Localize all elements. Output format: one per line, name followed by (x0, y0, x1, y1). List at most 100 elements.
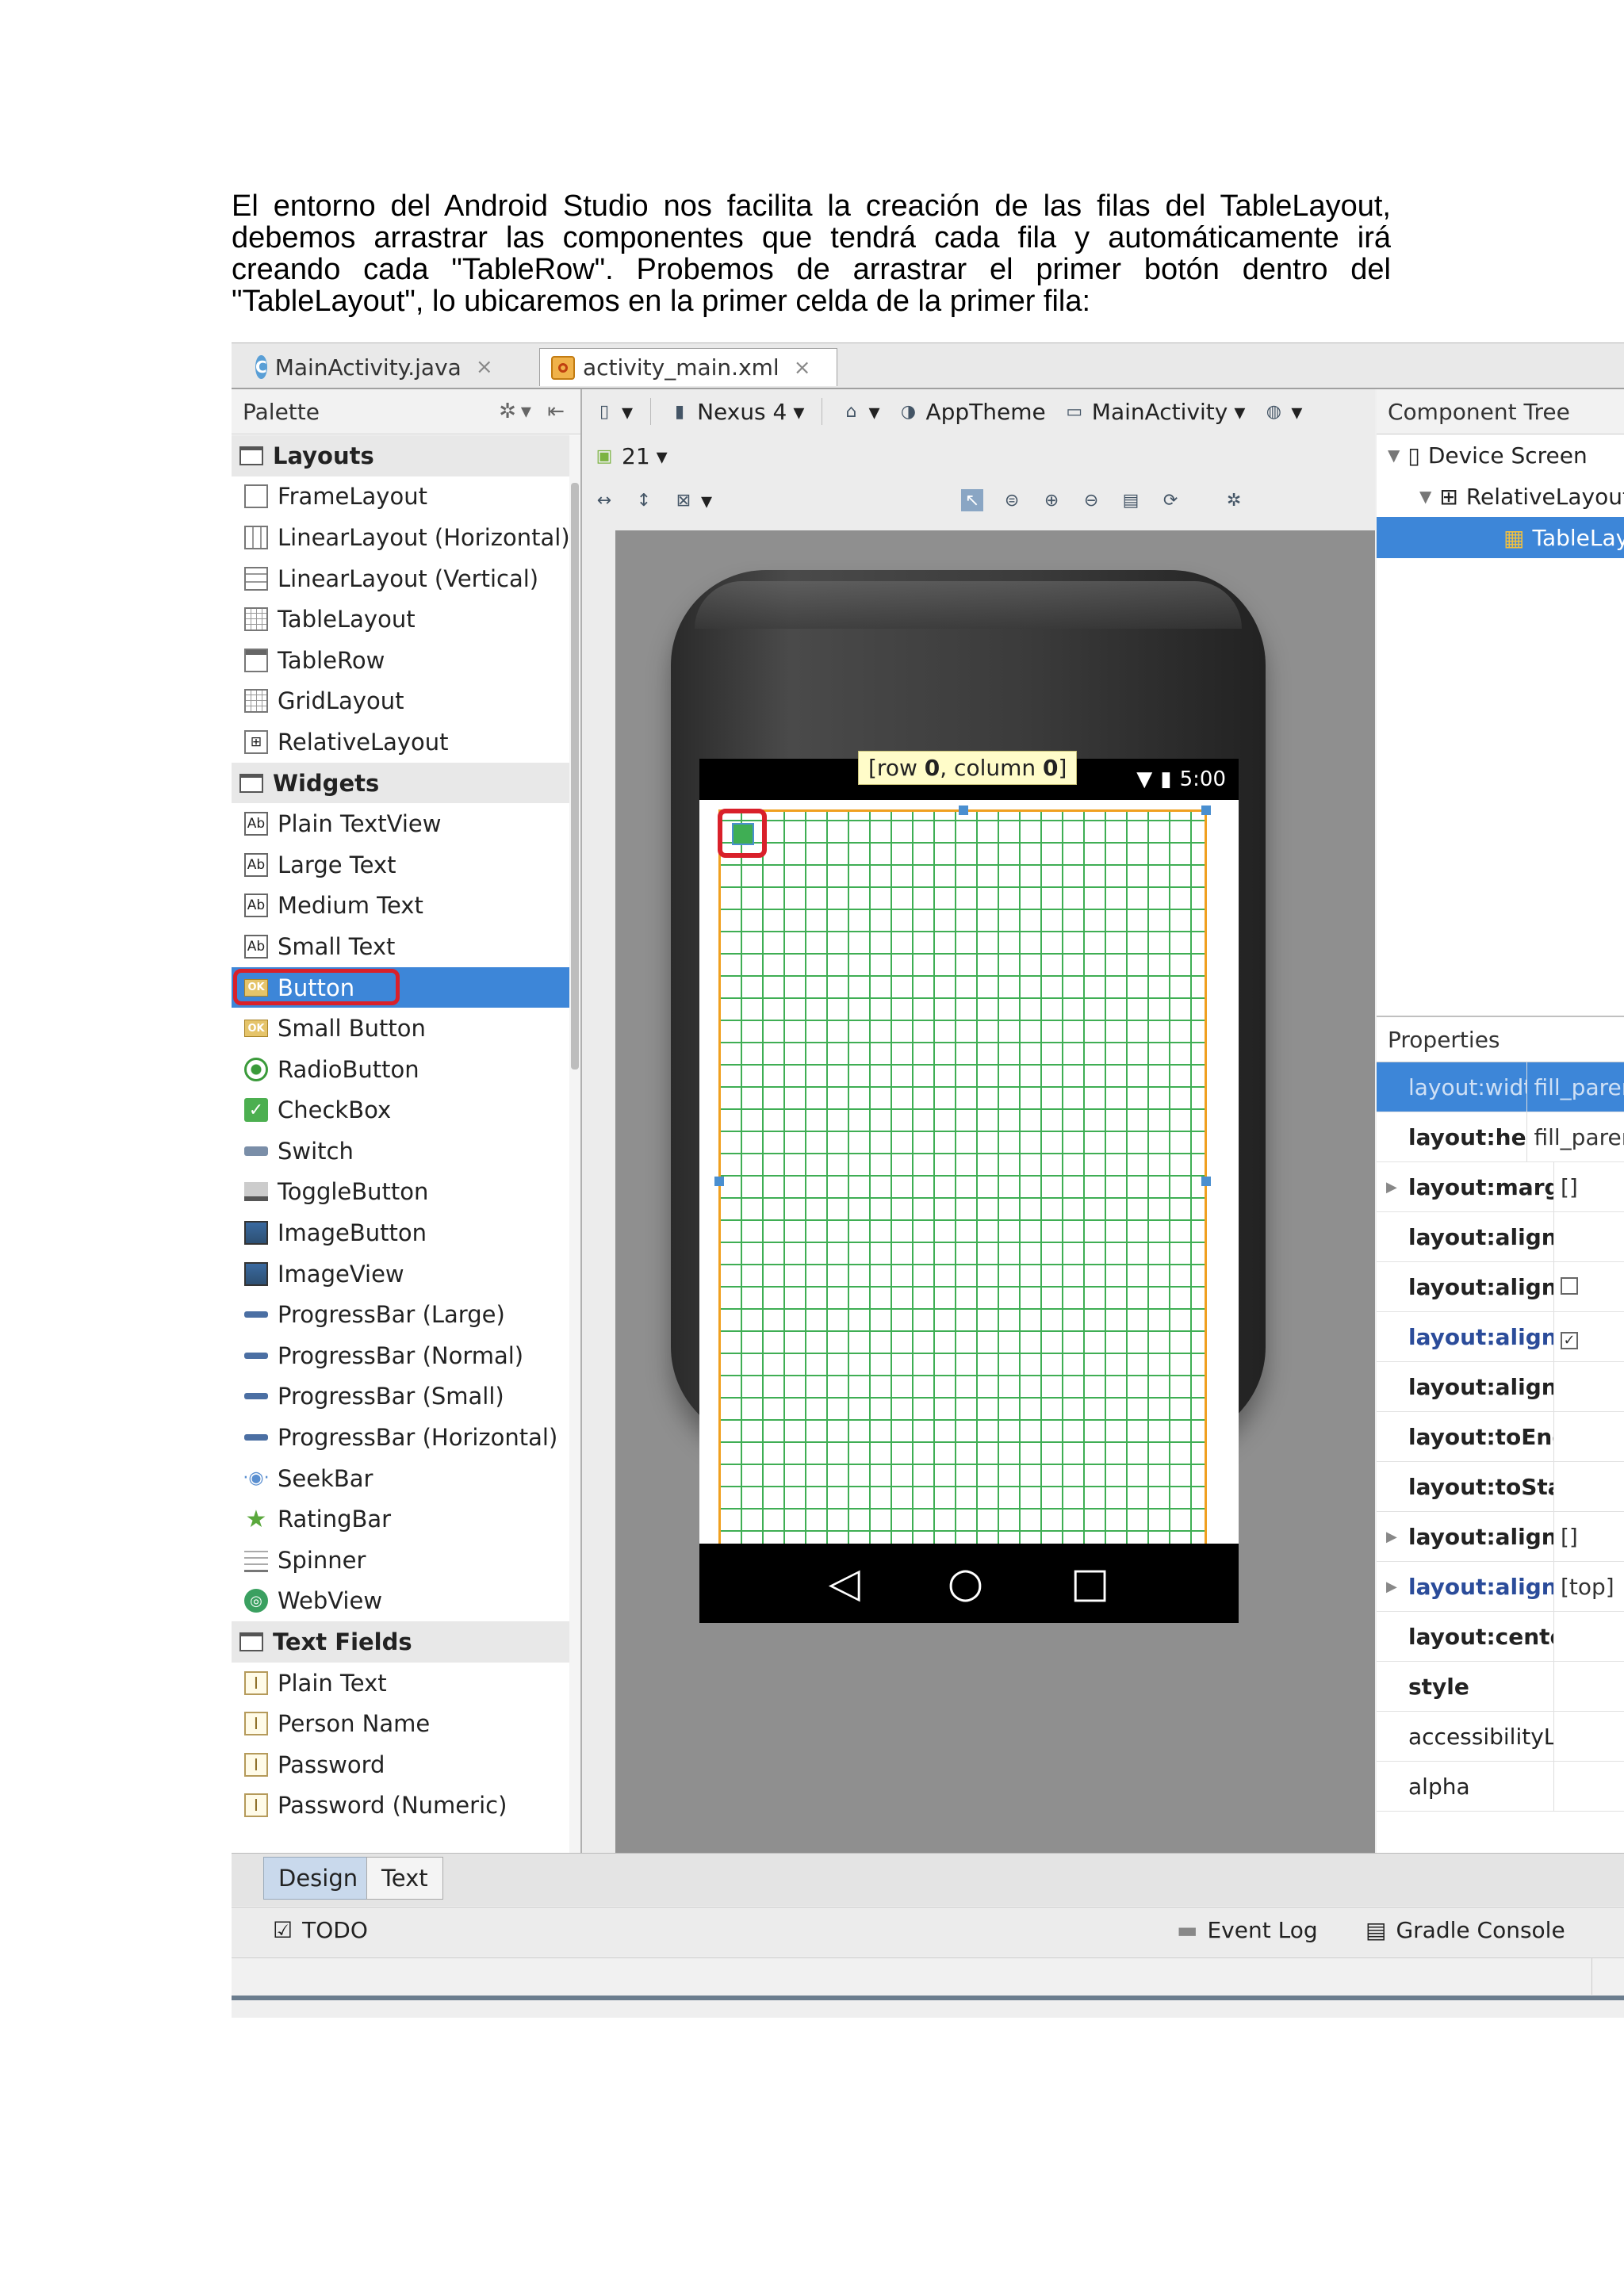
resize-handle-right[interactable] (1201, 1177, 1211, 1186)
unchecked-checkbox-icon[interactable] (1561, 1276, 1578, 1295)
palette-scrollbar[interactable] (569, 435, 580, 1899)
zoom-to-fit-button[interactable]: ↖ (961, 489, 984, 511)
property-row[interactable]: layout:alignParentLeft (1377, 1262, 1624, 1312)
tab-text[interactable]: Text (366, 1857, 443, 1900)
palette-item-small-text[interactable]: Ab Small Text (232, 926, 569, 967)
palette-item-linearlayout-horizontal[interactable]: LinearLayout (Horizontal) (232, 517, 570, 558)
expand-arrow-icon[interactable]: ▶ (1386, 1529, 1397, 1545)
close-icon[interactable]: × (476, 355, 493, 379)
property-row[interactable]: layout:heightfill_parent (1377, 1112, 1624, 1162)
property-row[interactable]: alpha (1377, 1762, 1624, 1812)
palette-item-plain-text[interactable]: I Plain Text (232, 1663, 569, 1704)
actual-size-button[interactable]: ⊜ (1001, 489, 1023, 511)
property-value[interactable]: [] (1554, 1524, 1578, 1550)
palette-item-progressbar-horizontal[interactable]: ProgressBar (Horizontal) (232, 1417, 569, 1458)
device-selector[interactable]: ▮ Nexus 4 ▾ (668, 399, 804, 425)
preview-button[interactable]: ▤ (1120, 489, 1142, 511)
palette-category-text-fields[interactable]: Text Fields (232, 1621, 569, 1663)
palette-item-webview[interactable]: ◎ WebView (232, 1581, 569, 1622)
expand-arrow-icon[interactable]: ▼ (1419, 487, 1431, 506)
palette-item-person-name[interactable]: I Person Name (232, 1703, 569, 1744)
property-row[interactable]: ▶layout:margin[] (1377, 1162, 1624, 1212)
design-canvas[interactable]: ▼ ▮ 5:00 [row 0, column 0] ◁ ○ □ (615, 530, 1375, 1853)
property-row[interactable]: accessibilityLiveRegion (1377, 1712, 1624, 1762)
property-row[interactable]: ▶layout:alignComponent[] (1377, 1512, 1624, 1562)
palette-item-togglebutton[interactable]: ToggleButton (232, 1172, 569, 1213)
property-row[interactable]: layout:toEndOf (1377, 1412, 1624, 1462)
close-icon[interactable]: × (794, 356, 811, 380)
palette-item-small-button[interactable]: OK Small Button (232, 1008, 569, 1049)
tree-node-device-screen[interactable]: ▼ ▯ Device Screen (1377, 434, 1624, 476)
property-row[interactable]: layout:widthfill_parent (1377, 1062, 1624, 1112)
scrollbar-thumb[interactable] (571, 483, 579, 1070)
property-value[interactable]: [] (1554, 1174, 1578, 1200)
palette-item-switch[interactable]: Switch (232, 1131, 569, 1172)
tree-node-relative-layout[interactable]: ▼ ⊞ RelativeLayout (1377, 476, 1624, 517)
palette-item-relativelayout[interactable]: ⊞ RelativeLayout (232, 721, 569, 763)
resize-handle-top-right[interactable] (1201, 806, 1211, 815)
fill-height-button[interactable]: ↕ (633, 489, 655, 511)
palette-item-progressbar-small[interactable]: ProgressBar (Small) (232, 1376, 569, 1418)
palette-category-widgets[interactable]: Widgets (232, 762, 569, 804)
palette-item-password-numeric[interactable]: I Password (Numeric) (232, 1785, 569, 1827)
palette-settings-icon[interactable]: ✲▾ ⇤ (499, 400, 569, 423)
property-row[interactable]: layout:alignEnd (1377, 1212, 1624, 1262)
locale-selector[interactable]: ◍ ▾ (1262, 399, 1303, 425)
palette-category-layouts[interactable]: Layouts (232, 435, 569, 476)
palette-item-linearlayout-vertical[interactable]: LinearLayout (Vertical) (232, 558, 569, 599)
gradle-console-button[interactable]: ▤ Gradle Console (1365, 1917, 1565, 1943)
palette-item-radiobutton[interactable]: RadioButton (232, 1049, 569, 1090)
orientation-button[interactable]: ⌂ ▾ (840, 399, 879, 425)
palette-item-password[interactable]: I Password (232, 1744, 569, 1785)
palette-item-ratingbar[interactable]: ★ RatingBar (232, 1498, 569, 1540)
palette-item-medium-text[interactable]: Ab Medium Text (232, 886, 569, 927)
palette-item-framelayout[interactable]: FrameLayout (232, 476, 569, 518)
property-value[interactable] (1554, 1274, 1578, 1300)
tree-node-table-layout[interactable]: ▦ TableLayout (1377, 517, 1624, 558)
property-row[interactable]: ▶layout:alignParent[top] (1377, 1562, 1624, 1612)
expand-arrow-icon[interactable]: ▶ (1386, 1179, 1397, 1196)
fill-width-button[interactable]: ↔ (593, 489, 615, 511)
palette-item-spinner[interactable]: Spinner (232, 1540, 569, 1581)
settings-button[interactable]: ✲ (1223, 489, 1245, 511)
expand-arrow-icon[interactable]: ▶ (1386, 1578, 1397, 1595)
palette-item-seekbar[interactable]: ·◉· SeekBar (232, 1458, 569, 1499)
palette-item-progressbar-normal[interactable]: ProgressBar (Normal) (232, 1335, 569, 1376)
property-value[interactable]: fill_parent (1527, 1074, 1624, 1100)
palette-item-progressbar-large[interactable]: ProgressBar (Large) (232, 1294, 569, 1335)
drop-target-cell-highlight[interactable] (718, 809, 767, 858)
theme-selector[interactable]: ◑ AppTheme (898, 399, 1046, 425)
event-log-button[interactable]: ▬ Event Log (1177, 1917, 1318, 1943)
palette-item-imageview[interactable]: ImageView (232, 1253, 569, 1295)
activity-selector[interactable]: ▭ MainActivity ▾ (1063, 399, 1245, 425)
palette-item-tablelayout[interactable]: TableLayout (232, 599, 569, 640)
property-value[interactable]: fill_parent (1527, 1124, 1624, 1150)
checked-checkbox-icon[interactable]: ✓ (1561, 1331, 1578, 1349)
palette-item-large-text[interactable]: Ab Large Text (232, 844, 569, 886)
property-row[interactable]: layout:alignStart (1377, 1362, 1624, 1412)
palette-item-tablerow[interactable]: TableRow (232, 640, 569, 681)
expand-arrow-icon[interactable]: ▼ (1388, 446, 1400, 465)
property-row[interactable]: layout:centerInParent (1377, 1612, 1624, 1662)
todo-tool-button[interactable]: ☑ TODO (273, 1917, 368, 1943)
property-row[interactable]: style (1377, 1662, 1624, 1712)
zoom-out-button[interactable]: ⊖ (1080, 489, 1102, 511)
resize-handle-top[interactable] (959, 806, 968, 815)
tab-mainactivity-java[interactable]: C MainActivity.java × (244, 348, 493, 386)
property-value[interactable]: ✓ (1554, 1324, 1578, 1350)
refresh-button[interactable]: ⟳ (1159, 489, 1182, 511)
virtual-device-button[interactable]: ▯ ▾ (593, 399, 633, 425)
tab-activity-main-xml[interactable]: activity_main.xml × (539, 348, 837, 386)
layout-options-button[interactable]: ⊠ ▾ (672, 488, 712, 514)
palette-item-button[interactable]: OK Button (232, 966, 569, 1008)
tab-design[interactable]: Design (263, 1857, 373, 1900)
palette-item-imagebutton[interactable]: ImageButton (232, 1212, 569, 1253)
palette-item-checkbox[interactable]: ✓ CheckBox (232, 1090, 569, 1131)
resize-handle-left[interactable] (714, 1177, 724, 1186)
property-value[interactable]: [top] (1554, 1574, 1614, 1600)
property-row[interactable]: layout:alignParentStart ✓ (1377, 1312, 1624, 1362)
palette-item-plain-textview[interactable]: Ab Plain TextView (232, 803, 569, 844)
palette-item-gridlayout[interactable]: GridLayout (232, 681, 569, 722)
api-level-selector[interactable]: ▣ 21 ▾ (593, 443, 668, 469)
table-layout-grid[interactable] (714, 806, 1211, 1559)
